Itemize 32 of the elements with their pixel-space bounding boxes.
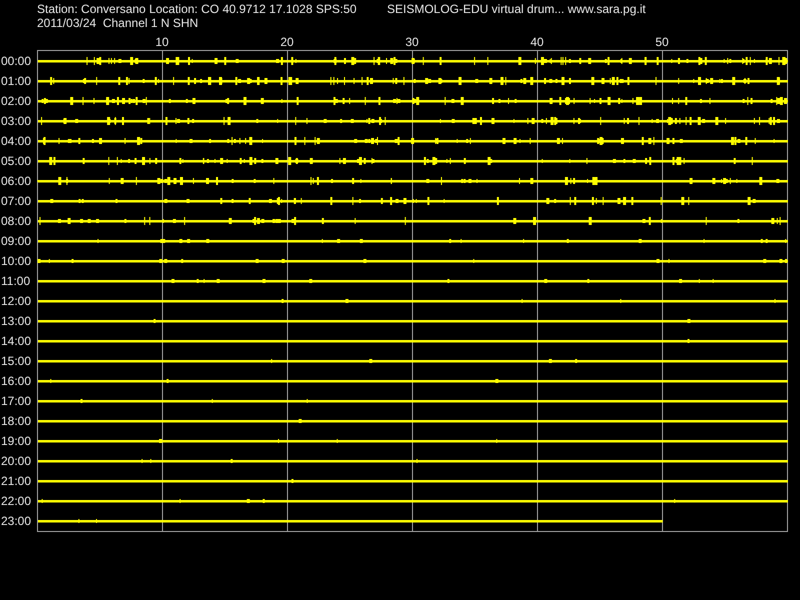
hour-label: 22:00 xyxy=(0,494,32,508)
minute-label: 40 xyxy=(530,35,544,49)
hour-label: 03:00 xyxy=(0,114,32,128)
minute-label: 10 xyxy=(155,35,169,49)
hour-label: 18:00 xyxy=(0,414,32,428)
hour-label: 15:00 xyxy=(0,354,32,368)
hour-label: 14:00 xyxy=(0,334,32,348)
hour-label: 13:00 xyxy=(0,314,32,328)
hour-label: 00:00 xyxy=(0,54,32,68)
hour-label: 10:00 xyxy=(0,254,32,268)
minute-label: 30 xyxy=(405,35,419,49)
hour-label: 11:00 xyxy=(0,274,30,288)
hour-label: 06:00 xyxy=(0,174,32,188)
hour-label: 05:00 xyxy=(0,154,32,168)
hour-label: 02:00 xyxy=(0,94,32,108)
date-channel: 2011/03/24 Channel 1 N SHN xyxy=(37,16,198,30)
hour-label: 16:00 xyxy=(0,374,32,388)
hour-label: 20:00 xyxy=(0,454,32,468)
app-title: SEISMOLOG-EDU virtual drum... www.sara.pg.it xyxy=(387,2,646,16)
minute-label: 50 xyxy=(655,35,669,49)
hour-label: 21:00 xyxy=(0,474,32,488)
hour-label: 19:00 xyxy=(0,434,32,448)
hour-label: 12:00 xyxy=(0,294,32,308)
hour-label: 01:00 xyxy=(0,74,32,88)
hour-label: 04:00 xyxy=(0,134,32,148)
hour-label: 23:00 xyxy=(0,514,32,528)
hour-label: 17:00 xyxy=(0,394,32,408)
hour-label: 08:00 xyxy=(0,214,32,228)
hour-label: 07:00 xyxy=(0,194,32,208)
station-info: Station: Conversano Location: CO 40.9712 17.1028 SPS:50 xyxy=(37,2,358,16)
hour-label: 09:00 xyxy=(0,234,32,248)
minute-label: 20 xyxy=(280,35,294,49)
